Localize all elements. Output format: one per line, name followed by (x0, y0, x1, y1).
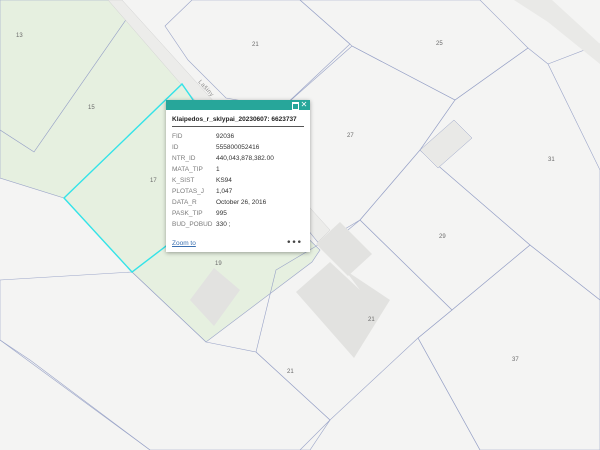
attribute-value: October 26, 2016 (216, 199, 267, 206)
attribute-key: MATA_TIP (172, 166, 203, 173)
attribute-value: 555800052416 (216, 144, 260, 151)
attribute-key: BUD_POBUD (172, 221, 213, 228)
attribute-row: NTR_ID 440,043,878,382.00 (172, 153, 304, 164)
attribute-value: 330 ; (216, 221, 231, 228)
building-2 (296, 262, 390, 358)
attribute-value: KS94 (216, 177, 232, 184)
attribute-row: MATA_TIP 1 (172, 164, 304, 175)
maximize-icon[interactable] (291, 101, 299, 110)
parcel-label-25: 25 (436, 41, 443, 47)
attribute-value: 995 (216, 210, 227, 217)
building-5 (514, 0, 600, 64)
attribute-key: FID (172, 133, 183, 140)
parcel-label-27: 27 (347, 133, 354, 139)
zoom-to-link[interactable]: Zoom to (172, 240, 196, 247)
attribute-row: PASK_TIP 995 (172, 208, 304, 219)
popup-header: ✕ (166, 100, 310, 110)
parcel-label-21c: 21 (287, 369, 294, 375)
popup-title: Klaipedos_r_sklypai_20230607: 6623737 (172, 116, 304, 127)
attribute-key: PASK_TIP (172, 210, 203, 217)
attribute-row: DATA_R October 26, 2016 (172, 197, 304, 208)
attribute-value: 440,043,878,382.00 (216, 155, 274, 162)
parcel-31-area[interactable] (419, 47, 600, 301)
parcel-label-15: 15 (88, 105, 95, 111)
parcel-label-31: 31 (548, 157, 555, 163)
attribute-key: PLOTAS_J (172, 188, 205, 195)
attribute-row: K_SIST KS94 (172, 175, 304, 186)
popup-footer: Zoom to ••• (166, 238, 310, 252)
parcel-25-area[interactable] (299, 0, 529, 101)
attribute-row: BUD_POBUD 330 ; (172, 219, 304, 230)
parcel-label-13: 13 (16, 33, 23, 39)
parcel-label-37: 37 (512, 357, 519, 363)
feature-popup[interactable]: ✕ Klaipedos_r_sklypai_20230607: 6623737 … (166, 100, 310, 252)
attribute-key: ID (172, 144, 179, 151)
parcel-label-29: 29 (439, 234, 446, 240)
building-4 (419, 119, 473, 169)
parcel-label-21: 21 (252, 42, 259, 48)
parcel-37-area[interactable] (417, 244, 600, 450)
attribute-row: ID 555800052416 (172, 142, 304, 153)
parcel-label-17: 17 (150, 178, 157, 184)
attribute-row: PLOTAS_J 1,047 (172, 186, 304, 197)
attribute-key: DATA_R (172, 199, 197, 206)
attribute-table: FID 92036 ID 555800052416 NTR_ID 440,043,87… (172, 131, 304, 230)
close-icon[interactable]: ✕ (300, 101, 308, 109)
parcel-29-area[interactable] (359, 149, 531, 311)
attribute-value: 1,047 (216, 188, 233, 195)
attribute-row: FID 92036 (172, 131, 304, 142)
attribute-key: NTR_ID (172, 155, 196, 162)
parcel-label-21b: 21 (368, 317, 375, 323)
parcel-label-19: 19 (215, 261, 222, 267)
attribute-value: 1 (216, 166, 220, 173)
more-options-icon[interactable]: ••• (286, 238, 302, 248)
attribute-value: 92036 (216, 133, 235, 140)
attribute-key: K_SIST (172, 177, 195, 184)
